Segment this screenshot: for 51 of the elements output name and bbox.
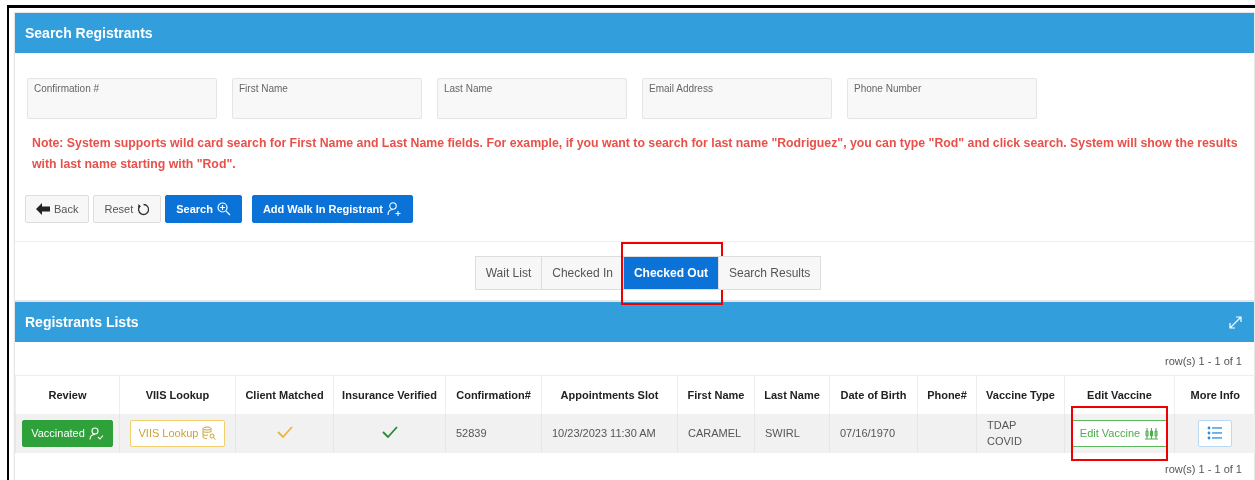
table-cell: TDAP [987,419,1017,431]
column-header: Date of Birth [829,375,918,414]
table-cell: 10/23/2023 11:30 AM [552,427,656,439]
status-tab[interactable]: Checked Out [622,256,719,290]
syringes-icon [1144,426,1160,440]
column-header: Appointments Slot [541,375,678,414]
table-cell: CARAMEL [688,427,742,439]
column-header: Confirmation# [445,375,542,414]
table-cell: SWIRL [765,427,800,439]
panel-title: Registrants Lists [25,314,139,330]
search-field[interactable]: Phone Number [847,78,1037,119]
column-header: Edit Vaccine [1064,375,1175,414]
search-field[interactable]: Email Address [642,78,832,119]
column-header: VIIS Lookup [119,375,236,414]
status-tab[interactable]: Wait List [474,256,543,290]
wildcard-note: Note: System supports wild card search for First Name and Last Name fields. For example, if you want to search for last name "Rodriguez", you can type "Rod" and click search. System will show the results with last name starting with "Rod". [31,135,1239,173]
table-cell: 52839 [456,427,487,439]
column-header: Phone# [917,375,977,414]
column-header: Last Name [754,375,830,414]
column-header: Client Matched [235,375,334,414]
person-check-icon [88,426,104,440]
zoom-in-icon [216,202,231,216]
column-header: Insurance Verified [333,375,446,414]
column-header: Vaccine Type [976,375,1065,414]
search-button[interactable]: Search [165,195,242,223]
column-header: First Name [677,375,755,414]
viis-lookup-button[interactable]: VIIS Lookup [129,419,226,447]
search-field[interactable]: Confirmation # [27,78,217,119]
search-field[interactable]: Last Name [437,78,627,119]
edit-vaccine-button[interactable]: Edit Vaccine [1070,419,1169,447]
status-tab[interactable]: Checked In [541,256,624,290]
add-person-icon [386,202,402,216]
add-button[interactable]: Add Walk In Registrant [251,195,413,223]
back-button[interactable]: Back [25,195,90,223]
search-field[interactable]: First Name [232,78,422,119]
panel-title: Search Registrants [25,25,153,41]
reset-icon [137,202,151,216]
row-count: row(s) 1 - 1 of 1 [1164,355,1242,367]
reset-button[interactable]: Reset [93,195,162,223]
list-icon [1207,426,1224,440]
database-search-icon [202,426,217,440]
expand-icon[interactable] [1229,315,1242,329]
column-header: Review [15,375,120,414]
row-count: row(s) 1 - 1 of 1 [1164,462,1242,475]
vaccinated-button[interactable]: Vaccinated [22,419,113,447]
table-cell: COVID [987,435,1022,447]
more-info-button[interactable] [1198,419,1233,447]
table-cell: 07/16/1970 [840,427,896,439]
column-header: More Info [1174,375,1255,414]
arrow-left-icon [36,203,50,215]
status-tab[interactable]: Search Results [717,256,822,290]
